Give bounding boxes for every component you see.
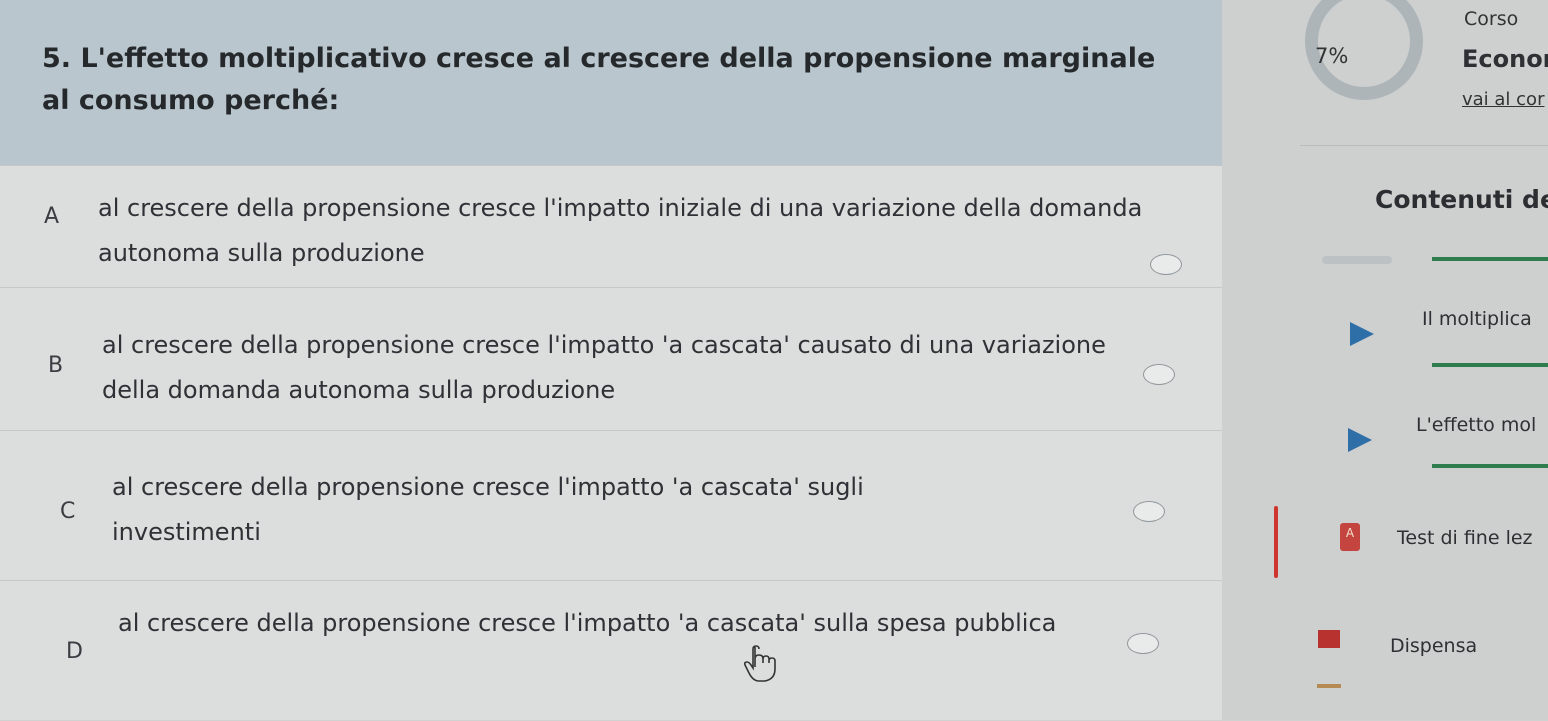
option-text: al crescere della propensione cresce l'i… xyxy=(102,331,1106,404)
course-sidebar: 7% Corso Econor vai al cor Contenuti del… xyxy=(1222,0,1548,720)
option-c[interactable]: C al crescere della propensione cresce l… xyxy=(0,430,1222,581)
option-d-radio[interactable] xyxy=(1127,633,1159,654)
lesson-progress-bar xyxy=(1432,363,1548,367)
test-icon[interactable]: A xyxy=(1340,523,1360,551)
lesson-label: Test di fine lez xyxy=(1397,527,1533,549)
option-b-radio[interactable] xyxy=(1143,364,1175,385)
lesson-progress-bar xyxy=(1432,464,1548,468)
quiz-panel: 5. L'effetto moltiplicativo cresce al cr… xyxy=(0,0,1222,720)
hand-cursor-icon xyxy=(743,645,776,682)
lesson-label: Dispensa xyxy=(1390,635,1478,657)
lesson-label: L'effetto mol xyxy=(1416,414,1537,436)
option-letter: C xyxy=(60,499,76,524)
option-text: al crescere della propensione cresce l'i… xyxy=(118,609,1057,637)
course-label: Corso xyxy=(1464,8,1519,30)
progress-percent: 7% xyxy=(1315,44,1349,68)
play-icon[interactable] xyxy=(1348,428,1372,452)
play-icon[interactable] xyxy=(1350,322,1374,346)
progress-bar xyxy=(1432,257,1548,261)
option-d[interactable]: D al crescere della propensione cresce l… xyxy=(0,580,1222,721)
option-text: al crescere della propensione cresce l'i… xyxy=(112,473,864,546)
option-letter: D xyxy=(66,639,83,664)
document-icon[interactable] xyxy=(1318,630,1340,648)
option-c-radio[interactable] xyxy=(1133,501,1165,522)
divider xyxy=(1317,684,1341,688)
course-name: Econor xyxy=(1462,45,1548,73)
lesson-label: Il moltiplica xyxy=(1422,308,1532,330)
option-letter: A xyxy=(44,204,60,229)
option-a-radio[interactable] xyxy=(1150,254,1182,275)
option-a[interactable]: A al crescere della propensione cresce l… xyxy=(0,165,1222,288)
option-b[interactable]: B al crescere della propensione cresce l… xyxy=(0,287,1222,431)
current-lesson-marker xyxy=(1274,506,1278,578)
option-letter: B xyxy=(48,353,64,378)
option-text: al crescere della propensione cresce l'i… xyxy=(98,194,1143,267)
course-link[interactable]: vai al cor xyxy=(1462,89,1544,110)
progress-track xyxy=(1322,256,1392,264)
question-box: 5. L'effetto moltiplicativo cresce al cr… xyxy=(0,0,1222,166)
question-text: 5. L'effetto moltiplicativo cresce al cr… xyxy=(42,43,1156,116)
contents-title: Contenuti del Cor xyxy=(1375,185,1548,214)
